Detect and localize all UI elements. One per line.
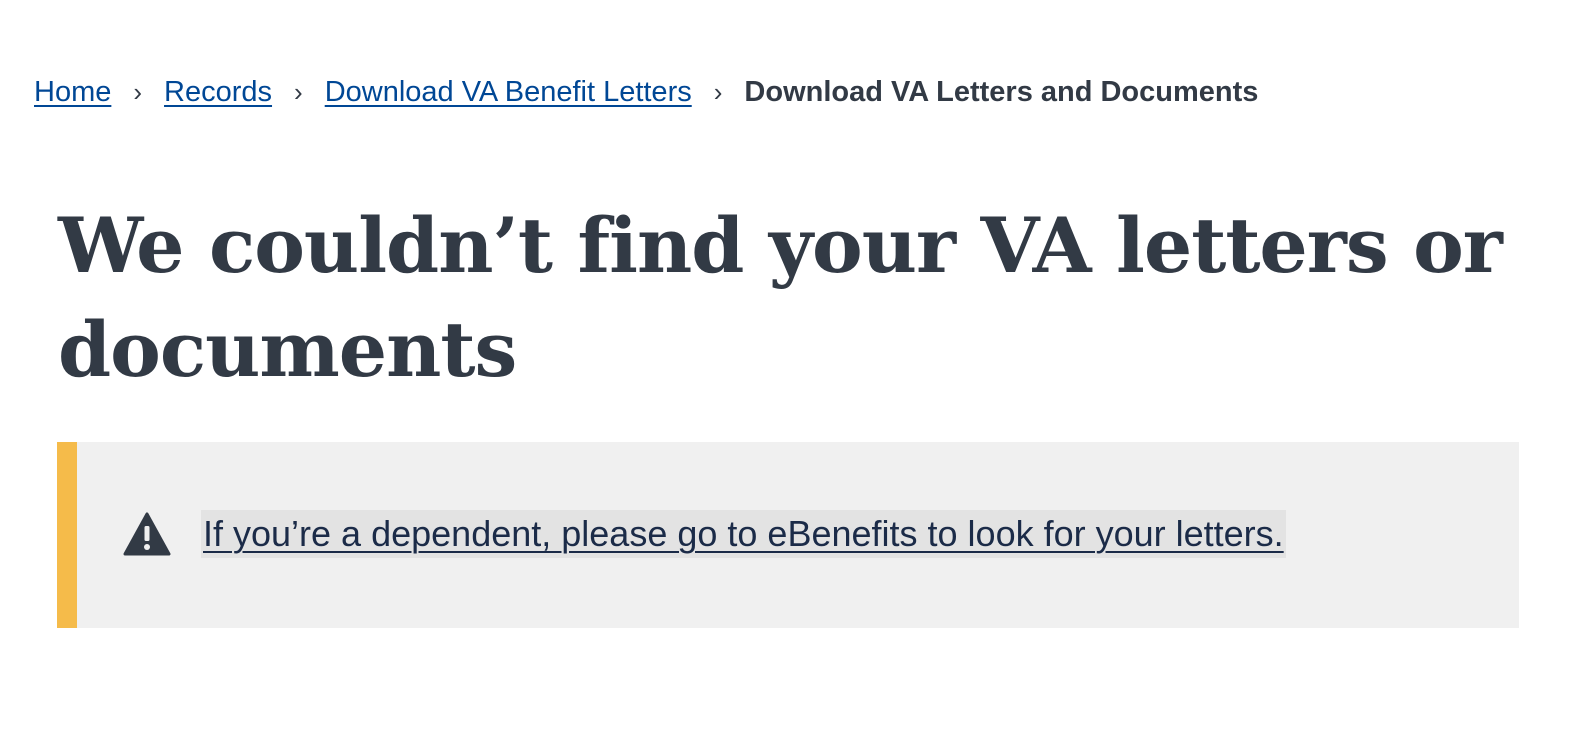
breadcrumb-current-page: Download VA Letters and Documents bbox=[744, 75, 1259, 108]
breadcrumb-benefit-letters-link[interactable]: Download VA Benefit Letters bbox=[325, 76, 692, 109]
breadcrumb-home-link[interactable]: Home bbox=[34, 76, 111, 109]
breadcrumb-separator: › bbox=[294, 76, 303, 107]
breadcrumb: Home › Records › Download VA Benefit Let… bbox=[34, 68, 1258, 116]
warning-triangle-icon bbox=[123, 512, 171, 556]
breadcrumb-records-link[interactable]: Records bbox=[164, 76, 272, 109]
ebenefits-dependent-link[interactable]: If you’re a dependent, please go to eBen… bbox=[201, 510, 1286, 558]
breadcrumb-separator: › bbox=[713, 76, 723, 107]
page-title: We couldn’t find your VA letters or docu… bbox=[58, 201, 1503, 394]
breadcrumb-separator: › bbox=[133, 76, 143, 107]
warning-alert: If you’re a dependent, please go to eBen… bbox=[57, 442, 1519, 628]
